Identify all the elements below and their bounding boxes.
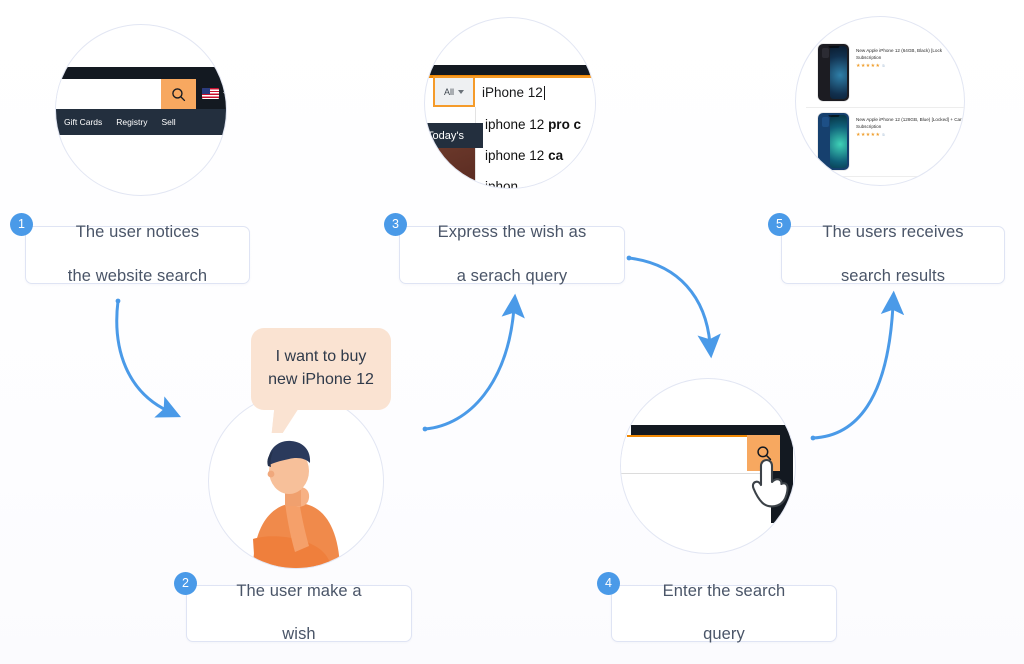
step-3-line-1: Express the wish as	[437, 223, 587, 242]
result-row[interactable]: New Apple iPhone 12 (64GB, Black) [Lock …	[818, 44, 964, 101]
rating-count: 5	[882, 62, 886, 68]
search-suggestions-dropdown[interactable]: iphone 12 pro c iphone 12 ca iphon	[475, 107, 595, 189]
suggestion-highlight: ca	[548, 148, 564, 163]
rating-stars: ★★★★★ 5	[856, 131, 964, 138]
step-4-line-1: Enter the search	[662, 581, 786, 600]
step-box-1[interactable]: The user notices the website search	[25, 223, 250, 285]
chevron-down-icon	[458, 89, 464, 94]
stars-glyphs: ★★★★★	[856, 62, 881, 69]
suggestion-item[interactable]: iphone 12 pro c	[476, 113, 595, 136]
search-input-field[interactable]	[621, 437, 761, 471]
step-5-line-1: The users receives	[822, 223, 964, 242]
phone-notch	[828, 114, 839, 118]
product-subtitle: Subscription	[856, 123, 882, 129]
rating-stars: ★★★★★ 5	[856, 62, 964, 69]
search-input-value: iPhone 12	[482, 85, 543, 100]
nav-link-gift-cards[interactable]: Gift Cards	[64, 117, 102, 127]
nav-link-todays-deals[interactable]: Today's	[425, 123, 483, 148]
phone-screen	[830, 46, 847, 99]
speech-line-2: new iPhone 12	[268, 371, 374, 388]
product-subtitle: Subscription	[856, 54, 882, 60]
step-box-4[interactable]: Enter the search query	[611, 582, 837, 643]
camera-icon	[821, 48, 829, 58]
search-input-field[interactable]: iPhone 12	[475, 76, 595, 107]
search-submit-button[interactable]	[161, 79, 196, 109]
us-flag-icon	[202, 88, 219, 99]
step-5-line-2: search results	[840, 266, 946, 285]
text-caret	[543, 85, 545, 100]
step-3-line-2: a serach query	[456, 266, 568, 285]
step-badge-5: 5	[768, 213, 791, 236]
result-row[interactable]: New Apple iPhone 12 (128GB, Blue) [Locke…	[818, 113, 964, 170]
rating-count: 5	[882, 131, 886, 137]
step-1-line-1: The user notices	[75, 223, 200, 242]
step-badge-2: 2	[174, 572, 197, 595]
step-4-line-2: query	[703, 625, 745, 644]
screenshot-bubble-4	[620, 378, 796, 554]
site-header-bar	[425, 65, 595, 75]
screenshot-bubble-1: Gift Cards Registry Sell	[55, 24, 227, 196]
divider	[806, 176, 964, 177]
product-image	[818, 181, 849, 186]
divider	[621, 473, 761, 474]
step-badge-4: 4	[597, 572, 620, 595]
chevron-down-icon[interactable]	[223, 92, 226, 96]
arrow-step1-to-step2	[115, 298, 182, 418]
site-header-bar	[56, 67, 226, 79]
suggestion-text: iphon	[485, 179, 519, 189]
step-1-line-2: the website search	[67, 266, 208, 285]
suggestion-item[interactable]: iphone 12 ca	[476, 144, 595, 167]
magnifier-icon	[172, 87, 186, 101]
screenshot-bubble-5: New Apple iPhone 12 (64GB, Black) [Lock …	[795, 16, 965, 186]
speech-line-1: I want to buy	[275, 348, 367, 366]
step-2-line-2: wish	[282, 625, 316, 644]
stars-glyphs: ★★★★★	[856, 131, 881, 138]
hero-banner-image	[425, 148, 475, 188]
product-image	[818, 113, 849, 170]
search-input-field[interactable]	[56, 79, 161, 109]
category-select[interactable]: All	[433, 76, 475, 107]
suggestion-item[interactable]: iphon	[476, 175, 595, 189]
step-box-3[interactable]: Express the wish as a serach query	[399, 223, 625, 285]
result-row[interactable]: New Apple iPhone 12 (256GB, White) [Loc …	[818, 181, 965, 186]
nav-link-label: Today's	[427, 129, 464, 142]
step-badge-3: 3	[384, 213, 407, 236]
product-title[interactable]: New Apple iPhone 12 (128GB, Blue) [Locke…	[856, 117, 964, 124]
phone-notch	[828, 45, 839, 49]
divider	[806, 107, 964, 108]
phone-notch	[828, 182, 839, 185]
product-image	[818, 44, 849, 101]
diagram-canvas: Gift Cards Registry Sell All iPhone 12 i…	[0, 0, 1024, 664]
arrow-step3-to-step4	[626, 255, 721, 359]
suggestion-highlight: pro c	[548, 117, 582, 132]
camera-icon	[821, 117, 829, 127]
suggestion-text: iphone 12	[485, 117, 549, 132]
screenshot-bubble-3: All iPhone 12 iphone 12 pro c iphone 12 …	[424, 17, 596, 189]
nav-link-sell[interactable]: Sell	[161, 117, 175, 127]
step-box-5[interactable]: The users receives search results	[781, 223, 1005, 285]
pointing-hand-cursor	[751, 458, 789, 508]
suggestion-text: iphone 12	[485, 148, 549, 163]
category-select-label: All	[443, 86, 454, 97]
speech-bubble: I want to buy new iPhone 12	[251, 328, 391, 433]
speech-bubble-tail	[271, 409, 299, 433]
product-title[interactable]: New Apple iPhone 12 (256GB, White) [Loc	[856, 185, 965, 186]
arrow-step4-to-step5	[810, 290, 905, 441]
nav-link-registry[interactable]: Registry	[116, 117, 147, 127]
site-secondary-nav: Gift Cards Registry Sell	[56, 109, 226, 135]
camera-icon	[822, 185, 829, 186]
product-title[interactable]: New Apple iPhone 12 (64GB, Black) [Lock	[856, 48, 964, 55]
phone-screen	[830, 115, 847, 168]
step-box-2[interactable]: The user make a wish	[186, 582, 412, 643]
step-2-line-1: The user make a	[236, 581, 362, 600]
step-badge-1: 1	[10, 213, 33, 236]
arrow-step2-to-step3	[422, 293, 525, 432]
